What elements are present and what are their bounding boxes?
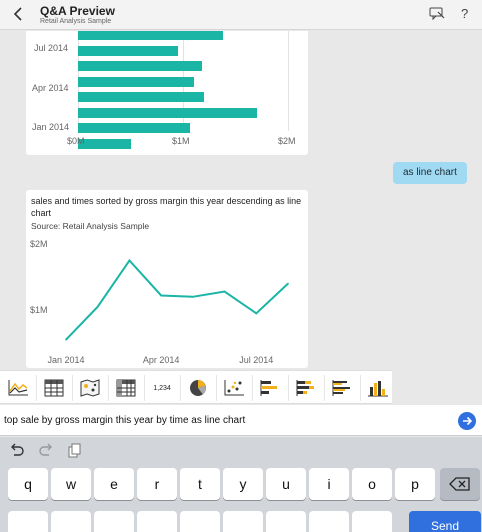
line-chart-icon[interactable] — [2, 375, 34, 401]
data-point — [287, 282, 289, 285]
key-i[interactable]: i — [309, 468, 349, 500]
help-button[interactable]: ? — [461, 6, 468, 21]
key-p[interactable]: p — [395, 468, 435, 500]
paste-icon[interactable] — [66, 443, 84, 459]
send-key[interactable]: Send — [409, 511, 481, 532]
page-title: Q&A Preview — [40, 4, 115, 18]
toolbar-divider — [216, 375, 217, 401]
question-input[interactable] — [4, 410, 452, 431]
x-tick-label: $1M — [172, 136, 190, 146]
line-chart: $2M $1M Jan 2014 Apr 2014 Jul 2014 — [30, 239, 289, 365]
x-tick-label: Jul 2014 — [239, 355, 273, 365]
card-number-label: 1,234 — [153, 384, 171, 392]
key-y[interactable]: y — [223, 468, 263, 500]
bar-chart-card: Jul 2014 Apr 2014 Jan 2014 $0M $1M $2M — [26, 31, 308, 155]
keyboard-key[interactable] — [51, 511, 91, 532]
y-tick-label: $2M — [30, 239, 48, 249]
toolbar-divider — [36, 375, 37, 401]
axis-gridline — [288, 31, 289, 131]
data-point — [255, 312, 258, 315]
table-icon[interactable] — [38, 375, 70, 401]
toolbar-divider — [288, 375, 289, 401]
data-point — [128, 259, 131, 262]
feedback-icon[interactable] — [429, 6, 445, 22]
scatter-chart-icon[interactable] — [218, 375, 250, 401]
x-tick-label: Apr 2014 — [143, 355, 180, 365]
column-chart-icon[interactable] — [362, 375, 394, 401]
bar — [78, 92, 204, 102]
map-icon[interactable] — [74, 375, 106, 401]
send-arrow-icon[interactable] — [458, 412, 476, 430]
series-line — [65, 258, 289, 341]
data-point — [96, 305, 99, 308]
y-tick-label: Jan 2014 — [32, 122, 70, 132]
data-point — [160, 294, 162, 297]
page-subtitle: Retail Analysis Sample — [40, 18, 112, 25]
keyboard-key[interactable] — [266, 511, 306, 532]
key-u[interactable]: u — [266, 468, 306, 500]
backspace-icon[interactable] — [440, 468, 480, 500]
clustered-bar-chart-icon[interactable] — [326, 375, 358, 401]
toolbar-divider — [72, 375, 73, 401]
key-o[interactable]: o — [352, 468, 392, 500]
conversation-area: Jul 2014 Apr 2014 Jan 2014 $0M $1M $2M a… — [0, 31, 482, 369]
keyboard-key[interactable] — [352, 511, 392, 532]
bar — [78, 31, 223, 40]
y-tick-label: $1M — [30, 305, 48, 315]
toolbar-divider — [144, 375, 145, 401]
keyboard-key[interactable] — [309, 511, 349, 532]
key-q[interactable]: q — [8, 468, 48, 500]
y-tick-label: Jul 2014 — [34, 43, 69, 53]
bar — [78, 45, 178, 56]
visual-type-toolbar: 1,234 — [0, 370, 392, 404]
onscreen-keyboard: qwertyuiop Send — [0, 437, 482, 532]
pie-chart-icon[interactable] — [182, 375, 214, 401]
y-tick-label: Apr 2014 — [32, 83, 69, 93]
redo-icon[interactable] — [37, 443, 55, 459]
bar-chart-icon[interactable] — [254, 375, 286, 401]
bar — [78, 61, 202, 71]
user-message-bubble: as line chart — [393, 162, 467, 184]
bar — [78, 123, 191, 133]
key-e[interactable]: e — [94, 468, 134, 500]
matrix-icon[interactable] — [110, 375, 142, 401]
stacked-bar-chart-icon[interactable] — [290, 375, 322, 401]
toolbar-divider — [252, 375, 253, 401]
bar — [78, 76, 194, 87]
toolbar-divider — [360, 375, 361, 401]
data-point — [223, 290, 226, 293]
toolbar-divider — [108, 375, 109, 401]
keyboard-key[interactable] — [94, 511, 134, 532]
undo-icon[interactable] — [8, 443, 26, 459]
bar — [78, 107, 257, 118]
keyboard-key[interactable] — [137, 511, 177, 532]
question-bar — [0, 405, 482, 436]
x-tick-label: Jan 2014 — [47, 355, 84, 365]
back-arrow-icon[interactable] — [12, 6, 28, 24]
toolbar-divider — [180, 375, 181, 401]
key-r[interactable]: r — [137, 468, 177, 500]
card-number-icon[interactable]: 1,234 — [146, 375, 178, 401]
x-tick-label: $2M — [278, 136, 296, 146]
app-header: Q&A Preview Retail Analysis Sample ? — [0, 0, 482, 30]
keyboard-key[interactable] — [180, 511, 220, 532]
x-tick-label: $0M — [67, 136, 85, 146]
toolbar-divider — [324, 375, 325, 401]
line-chart-card[interactable]: sales and times sorted by gross margin t… — [26, 190, 308, 368]
data-point — [65, 338, 67, 341]
bar — [78, 138, 131, 149]
key-w[interactable]: w — [51, 468, 91, 500]
keyboard-toolbar — [0, 437, 482, 465]
keyboard-key[interactable] — [8, 511, 48, 532]
keyboard-key[interactable] — [223, 511, 263, 532]
key-t[interactable]: t — [180, 468, 220, 500]
data-point — [192, 296, 194, 298]
